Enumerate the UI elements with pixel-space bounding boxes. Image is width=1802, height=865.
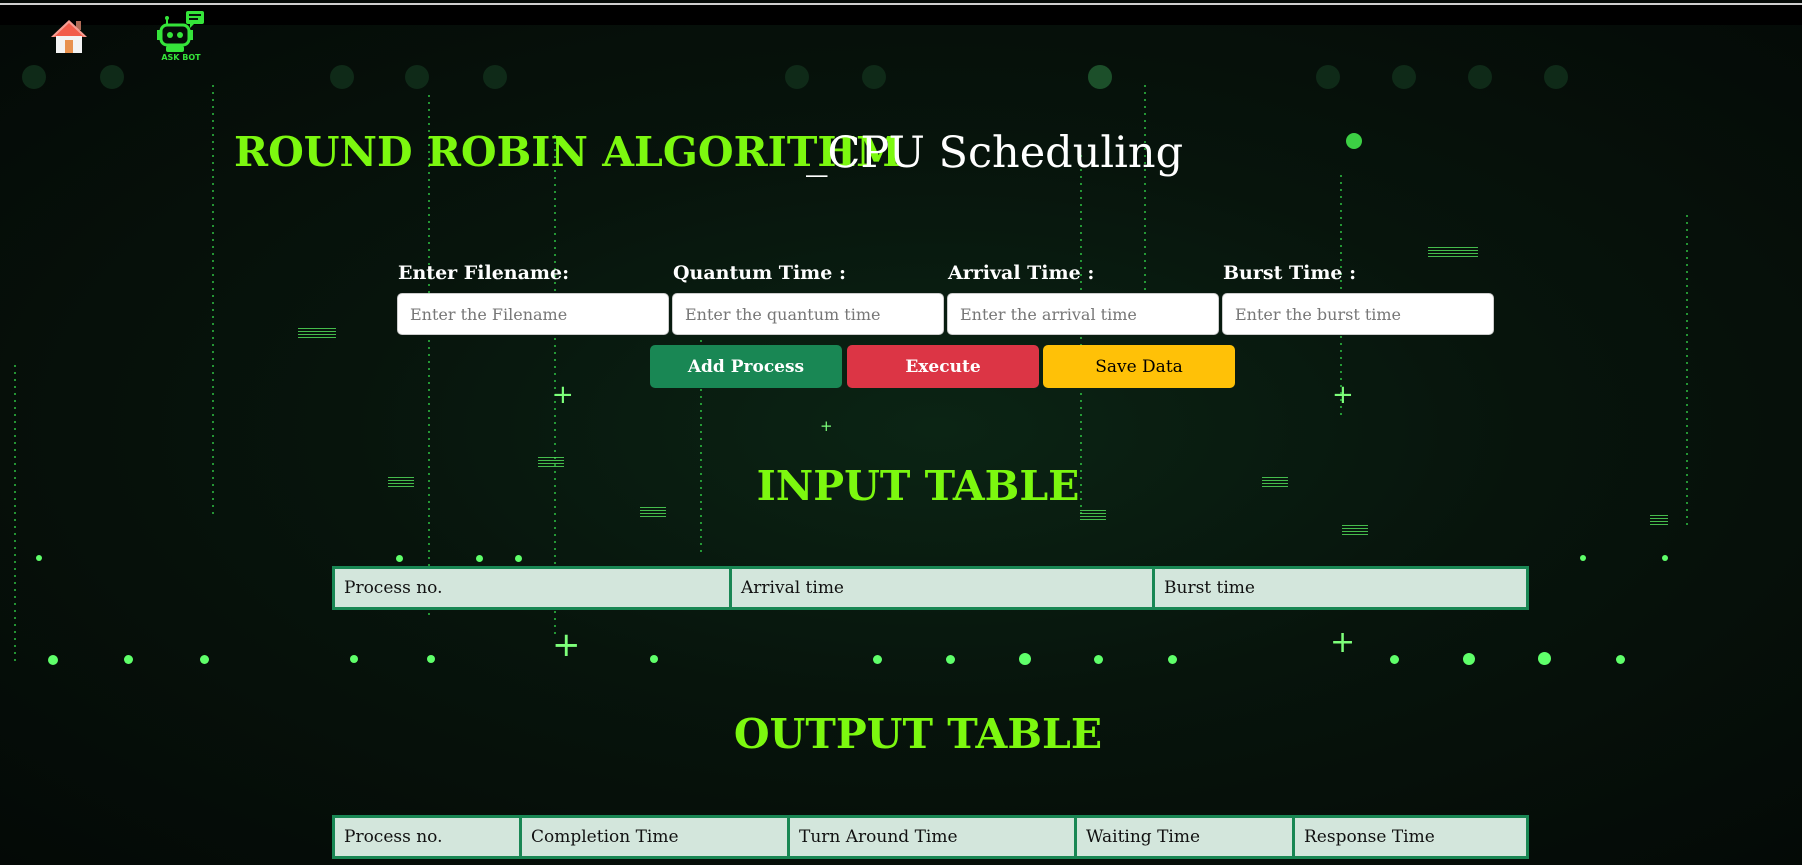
- bg-stream: [212, 85, 214, 515]
- bg-dot: [946, 655, 955, 664]
- bg-dot: [650, 655, 658, 663]
- bg-dot: [100, 65, 124, 89]
- output-header-completion-time: Completion Time: [519, 815, 790, 859]
- input-header-burst-time: Burst time: [1152, 566, 1529, 610]
- burst-time-label: Burst Time :: [1223, 262, 1357, 284]
- bg-dot: [1019, 653, 1031, 665]
- bg-dot: [427, 655, 435, 663]
- bg-dot: [1390, 655, 1399, 664]
- bg-code: [1080, 510, 1106, 520]
- bg-plus: +: [1332, 380, 1354, 410]
- burst-time-input[interactable]: [1222, 293, 1494, 335]
- bg-dot: [1468, 65, 1492, 89]
- bg-dot: [862, 65, 886, 89]
- bg-dot: [200, 655, 209, 664]
- save-data-button[interactable]: Save Data: [1043, 345, 1235, 388]
- bg-dot: [1168, 655, 1177, 664]
- bg-dot: [124, 655, 133, 664]
- bg-dot: [1094, 655, 1103, 664]
- output-table-title: OUTPUT TABLE: [733, 710, 1103, 758]
- bg-dot: [1463, 653, 1475, 665]
- bg-dot: [1316, 65, 1340, 89]
- quantum-time-label: Quantum Time :: [673, 262, 846, 284]
- input-header-process-no: Process no.: [332, 566, 732, 610]
- filename-input[interactable]: [397, 293, 669, 335]
- ask-bot-button[interactable]: ASK BOT: [157, 10, 209, 66]
- bg-plus: +: [552, 625, 581, 665]
- bg-dot: [873, 655, 882, 664]
- bg-plus: +: [820, 417, 833, 435]
- add-process-button[interactable]: Add Process: [650, 345, 842, 388]
- bg-code: [1650, 515, 1668, 525]
- filename-label: Enter Filename:: [398, 262, 570, 284]
- page-title: ROUND ROBIN ALGORITHM: [234, 128, 902, 176]
- output-header-response-time: Response Time: [1292, 815, 1529, 859]
- bg-plus: +: [1330, 625, 1356, 660]
- output-table-header-row: Process no. Completion Time Turn Around …: [332, 815, 1529, 859]
- input-table: Process no. Arrival time Burst time: [332, 566, 1529, 610]
- output-table: Process no. Completion Time Turn Around …: [332, 815, 1529, 859]
- bg-dot: [330, 65, 354, 89]
- bg-dot: [22, 65, 46, 89]
- input-table-header-row: Process no. Arrival time Burst time: [332, 566, 1529, 610]
- bg-dot: [1088, 65, 1112, 89]
- top-bar: [0, 5, 1802, 25]
- bg-dot: [350, 655, 358, 663]
- execute-button[interactable]: Execute: [847, 345, 1039, 388]
- bg-dot: [405, 65, 429, 89]
- home-icon[interactable]: [50, 18, 88, 54]
- bg-dot: [1662, 555, 1668, 561]
- output-header-turnaround-time: Turn Around Time: [787, 815, 1077, 859]
- bg-dot: [483, 65, 507, 89]
- bg-dot: [785, 65, 809, 89]
- output-header-process-no: Process no.: [332, 815, 522, 859]
- bg-dot: [1538, 652, 1551, 665]
- input-table-title: INPUT TABLE: [756, 462, 1080, 510]
- bg-stream: [1080, 155, 1082, 515]
- quantum-time-input[interactable]: [672, 293, 944, 335]
- bg-dot: [1346, 133, 1362, 149]
- bg-dot: [1544, 65, 1568, 89]
- input-header-arrival-time: Arrival time: [729, 566, 1155, 610]
- arrival-time-label: Arrival Time :: [948, 262, 1095, 284]
- bg-code: [1342, 525, 1368, 535]
- bg-dot: [1616, 655, 1625, 664]
- ask-bot-label: ASK BOT: [161, 53, 201, 62]
- bg-code: [298, 328, 336, 338]
- bg-dot: [48, 655, 58, 665]
- bg-dot: [36, 555, 42, 561]
- bg-stream: [14, 365, 16, 665]
- arrival-time-input[interactable]: [947, 293, 1219, 335]
- bg-stream: [700, 305, 702, 555]
- bg-code: [1428, 247, 1478, 257]
- bg-dot: [1580, 555, 1586, 561]
- page-subtitle: _CPU Scheduling: [806, 128, 1184, 178]
- bg-dot: [515, 555, 522, 562]
- bg-dot: [396, 555, 403, 562]
- bg-dot: [1392, 65, 1416, 89]
- output-header-waiting-time: Waiting Time: [1074, 815, 1295, 859]
- bg-plus: +: [552, 380, 574, 410]
- bg-dot: [476, 555, 483, 562]
